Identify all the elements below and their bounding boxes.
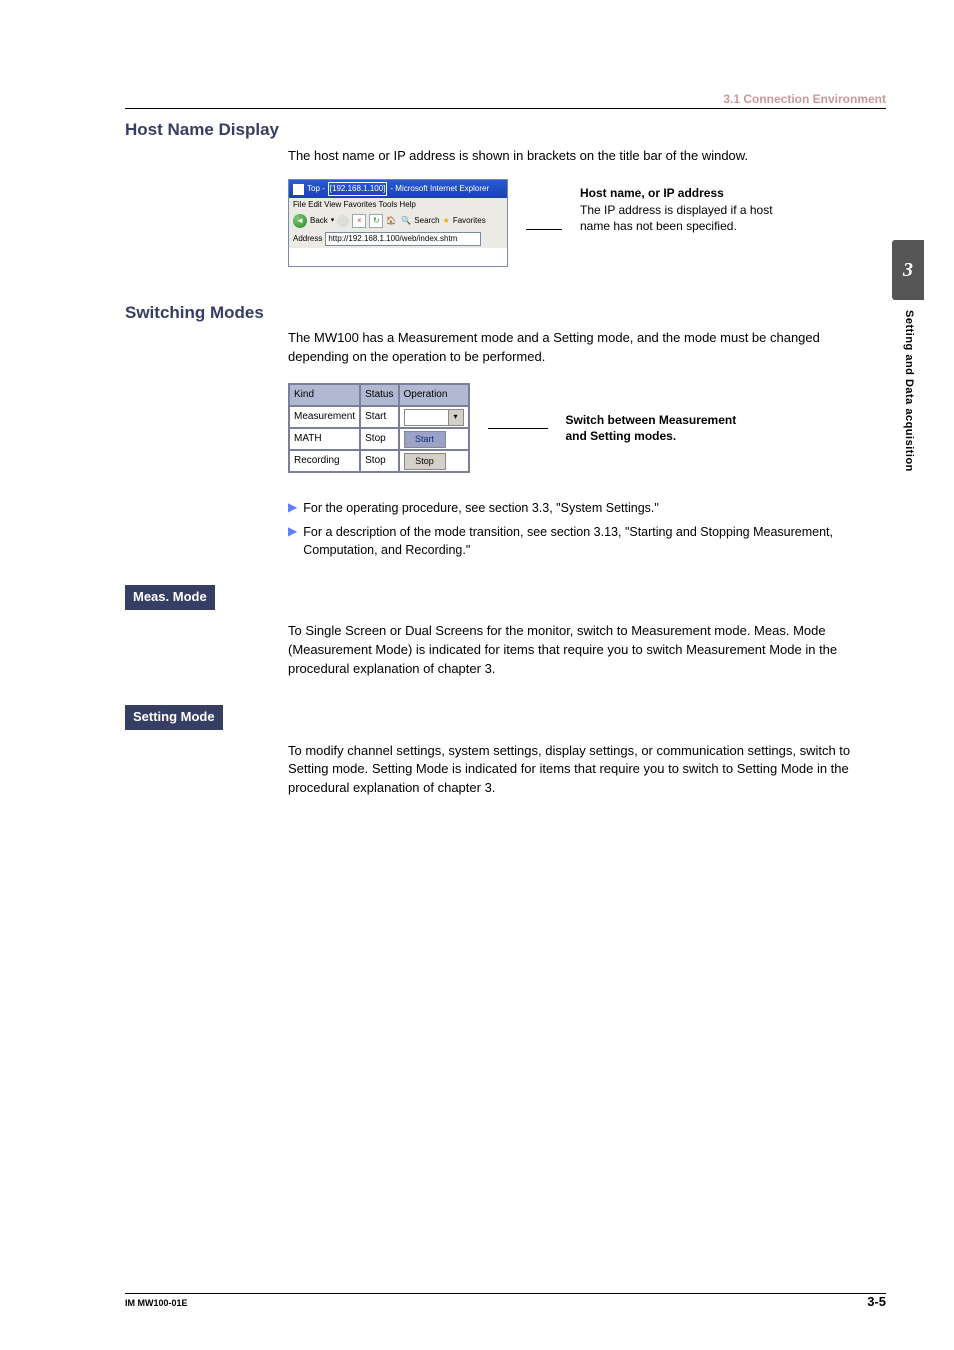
- callout-title: Host name, or IP address: [580, 185, 773, 201]
- ie-menubar: File Edit View Favorites Tools Help: [289, 198, 507, 212]
- switch-callout: Switch between Measurement and Setting m…: [566, 412, 737, 444]
- address-label: Address: [293, 233, 322, 245]
- top-rule: [125, 108, 886, 109]
- chapter-tab: 3 Setting and Data acquisition: [892, 240, 924, 472]
- th-operation: Operation: [399, 384, 469, 406]
- section-header: 3.1 Connection Environment: [723, 91, 886, 108]
- address-input[interactable]: [325, 232, 481, 246]
- table-row: Recording Stop Stop: [289, 450, 469, 472]
- th-status: Status: [360, 384, 398, 406]
- triangle-icon: ▶: [288, 499, 297, 516]
- favorites-icon: ★: [443, 215, 450, 227]
- ie-titlebar: Top - [192.168.1.100] - Microsoft Intern…: [289, 180, 507, 198]
- ie-address-bar: Address: [289, 230, 507, 248]
- switch-callout-l1: Switch between Measurement: [566, 412, 737, 428]
- meas-mode-text: To Single Screen or Dual Screens for the…: [288, 622, 879, 679]
- start-button[interactable]: Start: [404, 431, 446, 448]
- callout-connector: [526, 229, 562, 230]
- mode-table: Kind Status Operation Measurement Start …: [288, 383, 470, 473]
- back-icon: ◄: [293, 214, 307, 228]
- search-icon: 🔍: [401, 215, 411, 227]
- callout-line2: name has not been specified.: [580, 218, 773, 234]
- reference-item: ▶ For the operating procedure, see secti…: [288, 499, 884, 517]
- stop-icon: ×: [352, 214, 366, 228]
- switch-callout-l2: and Setting modes.: [566, 428, 737, 444]
- page-icon: [293, 184, 304, 195]
- th-kind: Kind: [289, 384, 360, 406]
- stop-button[interactable]: Stop: [404, 453, 446, 470]
- cell-kind: Measurement: [289, 406, 360, 428]
- callout-connector: [488, 428, 548, 429]
- cell-kind: MATH: [289, 428, 360, 450]
- forward-icon: [337, 215, 349, 227]
- footer-page-number: 3-5: [867, 1293, 886, 1312]
- ie-title-prefix: Top -: [307, 183, 325, 195]
- triangle-icon: ▶: [288, 523, 297, 540]
- callout-line1: The IP address is displayed if a host: [580, 202, 773, 218]
- label-meas-mode: Meas. Mode: [125, 585, 215, 610]
- chapter-number: 3: [892, 240, 924, 300]
- ie-title-suffix: - Microsoft Internet Explorer: [390, 183, 489, 195]
- heading-switching-modes: Switching Modes: [125, 301, 884, 326]
- setting-mode-text: To modify channel settings, system setti…: [288, 742, 879, 799]
- cell-op: Stop: [399, 450, 469, 472]
- reference-item: ▶ For a description of the mode transiti…: [288, 523, 884, 559]
- table-row: MATH Stop Start: [289, 428, 469, 450]
- ie-window-screenshot: Top - [192.168.1.100] - Microsoft Intern…: [288, 179, 508, 266]
- home-icon: 🏠: [386, 215, 398, 227]
- cell-op: ▾: [399, 406, 469, 428]
- ie-title-ip: [192.168.1.100]: [328, 182, 388, 196]
- reference-text: For a description of the mode transition…: [303, 523, 884, 559]
- cell-kind: Recording: [289, 450, 360, 472]
- label-setting-mode: Setting Mode: [125, 705, 223, 730]
- footer-doc-id: IM MW100-01E: [125, 1297, 188, 1310]
- refresh-icon: ↻: [369, 214, 383, 228]
- table-row: Measurement Start ▾: [289, 406, 469, 428]
- cell-status: Stop: [360, 450, 398, 472]
- reference-text: For the operating procedure, see section…: [303, 499, 659, 517]
- ie-body-area: [289, 248, 507, 266]
- chevron-down-icon: ▾: [448, 410, 463, 425]
- host-callout: Host name, or IP address The IP address …: [580, 185, 773, 234]
- favorites-label: Favorites: [453, 215, 486, 227]
- bottom-rule: [125, 1293, 886, 1294]
- cell-status: Stop: [360, 428, 398, 450]
- host-intro-text: The host name or IP address is shown in …: [288, 147, 879, 166]
- operation-dropdown[interactable]: ▾: [404, 409, 464, 426]
- cell-op: Start: [399, 428, 469, 450]
- cell-status: Start: [360, 406, 398, 428]
- heading-host-name-display: Host Name Display: [125, 118, 884, 143]
- switching-intro-text: The MW100 has a Measurement mode and a S…: [288, 329, 879, 367]
- ie-toolbar: ◄ Back ▾ × ↻ 🏠 🔍 Search ★ Favorites: [289, 212, 507, 230]
- back-label: Back: [310, 215, 328, 227]
- chapter-label: Setting and Data acquisition: [900, 310, 916, 472]
- search-label: Search: [414, 215, 439, 227]
